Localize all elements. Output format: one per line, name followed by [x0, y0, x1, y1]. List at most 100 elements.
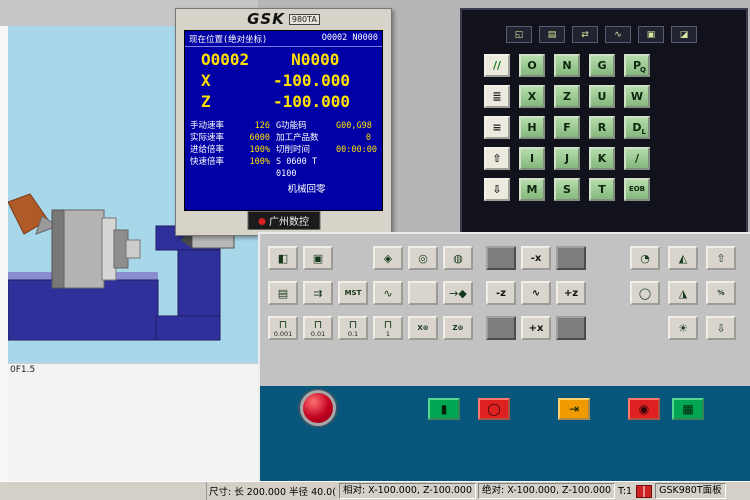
jog-minus-z-button[interactable]: -z [486, 281, 516, 305]
key-O[interactable]: O [519, 54, 545, 77]
spindle-ccw-button[interactable]: ☀ [668, 316, 698, 340]
status-row: 快速倍率100%S 0600 T 0100 [190, 156, 377, 180]
power-off-button[interactable]: ◯ [478, 398, 510, 420]
feed-hold-button[interactable]: ⇥ [558, 398, 590, 420]
key-I[interactable]: I [519, 147, 545, 170]
key-label: Z [563, 91, 571, 102]
blank-button[interactable] [556, 316, 586, 340]
keyboard-row: ≡ H F R DL [484, 116, 650, 139]
key-W[interactable]: W [624, 85, 650, 108]
output-key[interactable]: ≡ [484, 116, 510, 139]
key-EOB[interactable]: EOB [624, 178, 650, 201]
setting-key[interactable]: ▣ [638, 26, 664, 43]
key-P-Q[interactable]: PQ [624, 54, 650, 77]
program-key[interactable]: ▤ [539, 26, 565, 43]
keyboard-grid: // ON G PQ ≣ X Z UW ≡ H F R DL ⇧ IJK / ⇩ MS T EOB [484, 54, 650, 209]
sequence-number: N0000 [291, 49, 339, 70]
rapid-traverse-button[interactable]: ∿ [521, 281, 551, 305]
z-handwheel-button[interactable]: Z⊛ [443, 316, 473, 340]
key-label: F [563, 122, 571, 133]
cursor-up-key[interactable]: ⇧ [484, 147, 510, 170]
jog-plus-x-button[interactable]: +x [521, 316, 551, 340]
diagnosis-key[interactable]: ◪ [671, 26, 697, 43]
rapid-up-button[interactable]: ⇧ [706, 246, 736, 270]
auto-mode-button[interactable]: ▣ [303, 246, 333, 270]
mst-lock-button[interactable]: MST [338, 281, 368, 305]
step-0001-button[interactable]: ⊓0.001 [268, 316, 298, 340]
power-on-button[interactable]: ▮ [428, 398, 460, 420]
spindle-button-cluster: ◔ ◭ ⇧ ◯ ◮% ☀ ⇩ [630, 246, 736, 340]
key-F[interactable]: F [554, 116, 580, 139]
mode-indicator: 机械回零 [185, 181, 382, 195]
key-S[interactable]: S [554, 178, 580, 201]
tool-change-button[interactable]: ◭ [668, 246, 698, 270]
key-slash[interactable]: / [624, 147, 650, 170]
jog-plus-z-button[interactable]: +z [556, 281, 586, 305]
key-Z[interactable]: Z [554, 85, 580, 108]
blank-button[interactable] [556, 246, 586, 270]
spindle-cw-button[interactable]: ◔ [630, 246, 660, 270]
skip-block-button[interactable]: ⇉ [303, 281, 333, 305]
button-icon: ∿ [383, 288, 392, 299]
manufacturer-badge: 广州数控 [247, 211, 320, 230]
cursor-down-key[interactable]: ⇩ [484, 178, 510, 201]
override-button[interactable]: % [706, 281, 736, 305]
button-icon: ▤ [278, 288, 288, 299]
edit-mode-button[interactable]: ◧ [268, 246, 298, 270]
blank-button[interactable] [486, 246, 516, 270]
position-key[interactable]: ◱ [506, 26, 532, 43]
key-T[interactable]: T [589, 178, 615, 201]
key-label: G [597, 60, 606, 71]
panel-icon [636, 485, 652, 498]
step-01-button[interactable]: ⊓0.1 [338, 316, 368, 340]
status-label: 快速倍率 [190, 156, 238, 180]
button-label: 0.001 [274, 331, 293, 338]
key-X[interactable]: X [519, 85, 545, 108]
step-001-button[interactable]: ⊓0.01 [303, 316, 333, 340]
cycle-start-button[interactable]: ▦ [672, 398, 704, 420]
alarm-key[interactable]: ∿ [605, 26, 631, 43]
single-block-button[interactable]: ▤ [268, 281, 298, 305]
x-handwheel-button[interactable]: X⊛ [408, 316, 438, 340]
status-value: 0 [336, 132, 377, 144]
key-R[interactable]: R [589, 116, 615, 139]
machine-lock-button[interactable] [408, 281, 438, 305]
dry-run-button[interactable]: ∿ [373, 281, 403, 305]
screen-header: 现在位置(绝对坐标) O0002 N0000 [185, 31, 382, 47]
position-readout: O0002 N0000 X-100.000Z-100.000 [185, 47, 382, 112]
reset-key[interactable]: // [484, 54, 510, 77]
key-U[interactable]: U [589, 85, 615, 108]
step-1-button[interactable]: ⊓1 [373, 316, 403, 340]
input-key[interactable]: ≣ [484, 85, 510, 108]
key-label: T [598, 184, 606, 195]
key-N[interactable]: N [554, 54, 580, 77]
key-M[interactable]: M [519, 178, 545, 201]
manual-mode-button[interactable]: ◍ [443, 246, 473, 270]
keyboard-row: ⇧ IJK / [484, 147, 650, 170]
status-bar: 尺寸: 长 200.000 半径 40.0( 相对: X-100.000, Z-… [0, 481, 750, 500]
button-icon: ⊓ [384, 319, 393, 330]
key-G[interactable]: G [589, 54, 615, 77]
axis-rows: X-100.000Z-100.000 [201, 70, 368, 112]
status-value [336, 156, 377, 180]
key-H[interactable]: H [519, 116, 545, 139]
button-label: 1 [386, 331, 390, 338]
cycle-stop-button[interactable]: ◉ [628, 398, 660, 420]
mdi-mode-button[interactable]: ◈ [373, 246, 403, 270]
coolant-button[interactable]: ◮ [668, 281, 698, 305]
status-row: 实际速率6000加工产品数0 [190, 132, 377, 144]
key-K[interactable]: K [589, 147, 615, 170]
emergency-stop-button[interactable] [300, 390, 336, 426]
program-zero-button[interactable]: →◆ [443, 281, 473, 305]
blank-button[interactable] [486, 316, 516, 340]
machine-zero-button[interactable]: ◎ [408, 246, 438, 270]
rapid-down-button[interactable]: ⇩ [706, 316, 736, 340]
button-icon: ⇉ [313, 288, 322, 299]
key-J[interactable]: J [554, 147, 580, 170]
offset-key[interactable]: ⇄ [572, 26, 598, 43]
jog-minus-x-button[interactable]: -x [521, 246, 551, 270]
spindle-stop-button[interactable]: ◯ [630, 281, 660, 305]
cnc-screen: 现在位置(绝对坐标) O0002 N0000 O0002 N0000 X-100… [184, 30, 383, 211]
button-label: 0.01 [311, 331, 325, 338]
key-D-L[interactable]: DL [624, 116, 650, 139]
